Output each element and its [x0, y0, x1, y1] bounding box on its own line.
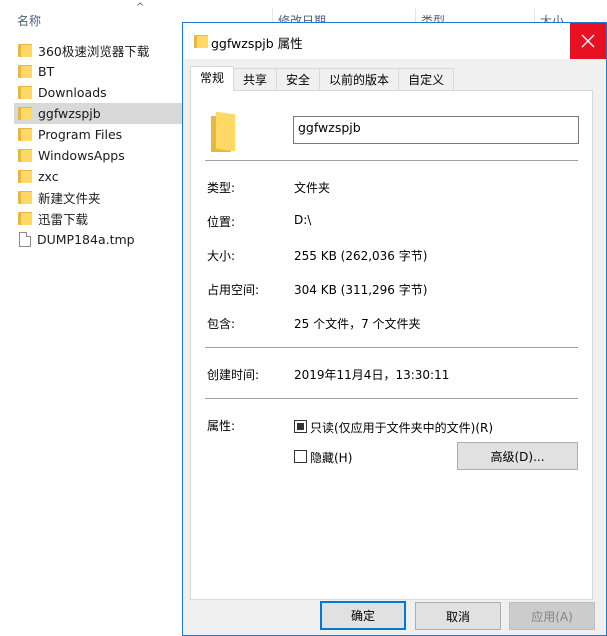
size-value: 255 KB (262,036 字节) — [294, 249, 428, 263]
list-item[interactable]: zxc — [14, 166, 182, 187]
list-item-label: WindowsApps — [38, 148, 125, 163]
disk-size-label: 占用空间: — [207, 283, 260, 297]
folder-name-field[interactable]: ggfwzspjb — [293, 116, 579, 144]
list-item-label: DUMP184a.tmp — [37, 232, 135, 247]
column-header-name[interactable]: 名称 — [17, 12, 41, 30]
file-icon — [19, 232, 31, 247]
hidden-checkbox[interactable] — [294, 450, 307, 463]
close-button[interactable] — [570, 23, 606, 59]
tab-security[interactable]: 安全 — [276, 68, 321, 90]
created-value: 2019年11月4日，13:30:11 — [294, 368, 450, 382]
sort-up-icon: ^ — [136, 2, 145, 13]
list-item[interactable]: DUMP184a.tmp — [14, 229, 182, 250]
folder-icon — [18, 149, 32, 162]
cancel-button[interactable]: 取消 — [415, 602, 501, 630]
list-item[interactable]: BT — [14, 61, 182, 82]
folder-icon — [18, 107, 32, 120]
tab-customize[interactable]: 自定义 — [398, 68, 455, 90]
list-item[interactable]: 360极速浏览器下载 — [14, 40, 182, 61]
tab-sharing[interactable]: 共享 — [233, 68, 278, 90]
size-label: 大小: — [207, 249, 236, 263]
location-label: 位置: — [207, 215, 236, 229]
tab-general[interactable]: 常规 — [190, 66, 235, 91]
list-item-label: Program Files — [38, 127, 123, 142]
list-item[interactable]: Downloads — [14, 82, 182, 103]
list-item-label: Downloads — [38, 85, 107, 100]
folder-icon — [18, 191, 32, 204]
hidden-checkbox-label[interactable]: 隐藏(H) — [310, 449, 352, 466]
disk-size-value: 304 KB (311,296 字节) — [294, 283, 428, 297]
list-item-label: ggfwzspjb — [38, 106, 101, 121]
type-label: 类型: — [207, 181, 236, 195]
list-item-label: 新建文件夹 — [38, 191, 101, 206]
ok-button[interactable]: 确定 — [320, 601, 406, 630]
folder-icon — [18, 44, 32, 57]
properties-dialog: ggfwzspjb 属性 常规 共享 安全 以前的版本 自定义 ggfwzspj… — [182, 22, 607, 636]
divider — [205, 347, 578, 348]
folder-icon — [194, 35, 208, 48]
close-icon — [581, 34, 595, 48]
apply-button[interactable]: 应用(A) — [509, 602, 595, 630]
dialog-title: ggfwzspjb 属性 — [211, 36, 303, 51]
folder-icon — [18, 86, 32, 99]
list-item-label: 360极速浏览器下载 — [38, 44, 150, 59]
tab-bar: 常规 共享 安全 以前的版本 自定义 — [190, 66, 455, 91]
list-item-label: BT — [38, 64, 55, 79]
folder-icon — [211, 111, 237, 153]
attributes-label: 属性: — [207, 419, 236, 433]
location-value: D:\ — [294, 213, 312, 227]
contains-value: 25 个文件，7 个文件夹 — [294, 317, 421, 331]
dialog-titlebar[interactable]: ggfwzspjb 属性 — [183, 23, 606, 59]
general-tab-panel: ggfwzspjb 类型: 文件夹 位置: D:\ 大小: 255 KB (26… — [190, 90, 593, 600]
list-item[interactable]: Program Files — [14, 124, 182, 145]
list-item[interactable]: 迅雷下载 — [14, 208, 182, 229]
folder-icon — [18, 128, 32, 141]
created-label: 创建时间: — [207, 368, 260, 382]
readonly-checkbox[interactable] — [294, 420, 307, 433]
divider — [205, 398, 578, 399]
folder-icon — [18, 65, 32, 78]
readonly-checkbox-label[interactable]: 只读(仅应用于文件夹中的文件)(R) — [310, 419, 493, 436]
list-item[interactable]: 新建文件夹 — [14, 187, 182, 208]
advanced-button[interactable]: 高级(D)... — [457, 442, 578, 470]
folder-icon — [18, 170, 32, 183]
type-value: 文件夹 — [294, 181, 331, 195]
tab-previous-versions[interactable]: 以前的版本 — [319, 68, 400, 90]
list-item[interactable]: WindowsApps — [14, 145, 182, 166]
list-item-label: zxc — [38, 169, 59, 184]
folder-icon — [18, 212, 32, 225]
list-item-label: 迅雷下载 — [38, 212, 89, 227]
divider — [205, 160, 578, 161]
contains-label: 包含: — [207, 317, 236, 331]
list-item-selected[interactable]: ggfwzspjb — [14, 103, 182, 124]
